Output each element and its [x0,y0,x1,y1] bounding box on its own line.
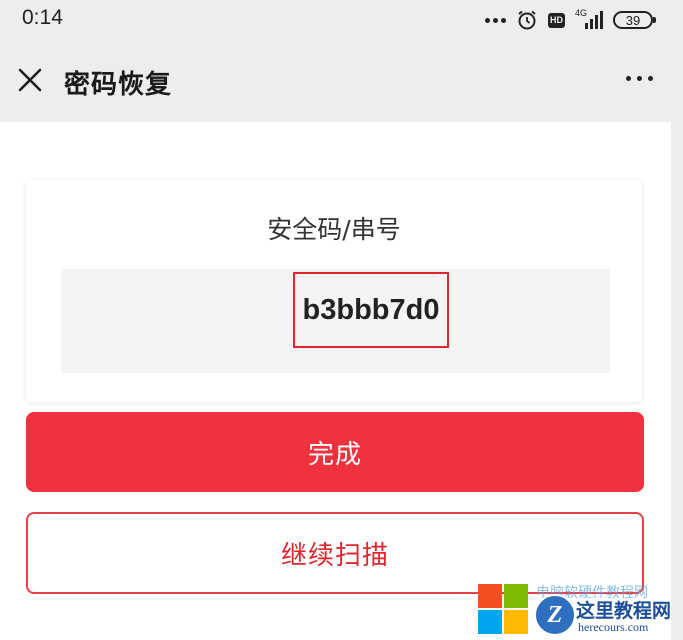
card-title: 安全码/串号 [267,215,401,244]
status-icons: HD 4G 39 [485,6,656,34]
watermark-site-name: 这里教程网 [576,600,672,622]
security-code-card: 安全码/串号 b3bbb7d0 [26,180,642,402]
signal-strength-icon: 4G [575,8,603,29]
battery-icon: 39 [613,11,656,29]
close-button[interactable] [14,64,48,98]
notification-dots-icon [485,17,506,23]
security-code-value: b3bbb7d0 [293,272,449,348]
page-title: 密码恢复 [64,70,173,100]
more-options-button[interactable] [626,76,653,81]
hd-icon: HD [548,12,565,28]
right-edge-strip [671,122,683,640]
more-icon [626,76,631,81]
battery-level: 39 [625,12,641,28]
code-box: b3bbb7d0 [61,269,610,373]
windows-logo-icon [478,584,530,636]
close-icon [18,68,42,92]
alarm-clock-icon [518,10,536,30]
watermark: 电脑软硬件教程网 Z 这里教程网 herecours.com [478,580,683,640]
main-content: 安全码/串号 b3bbb7d0 完成 继续扫描 [0,122,671,640]
status-bar: 0:14 HD 4G 39 [0,0,683,42]
done-button[interactable]: 完成 [26,412,644,492]
title-bar: 密码恢复 [0,42,683,122]
watermark-url: herecours.com [578,620,649,634]
network-type-label: 4G [575,8,588,18]
watermark-badge: Z [534,594,576,636]
status-time: 0:14 [22,6,63,29]
